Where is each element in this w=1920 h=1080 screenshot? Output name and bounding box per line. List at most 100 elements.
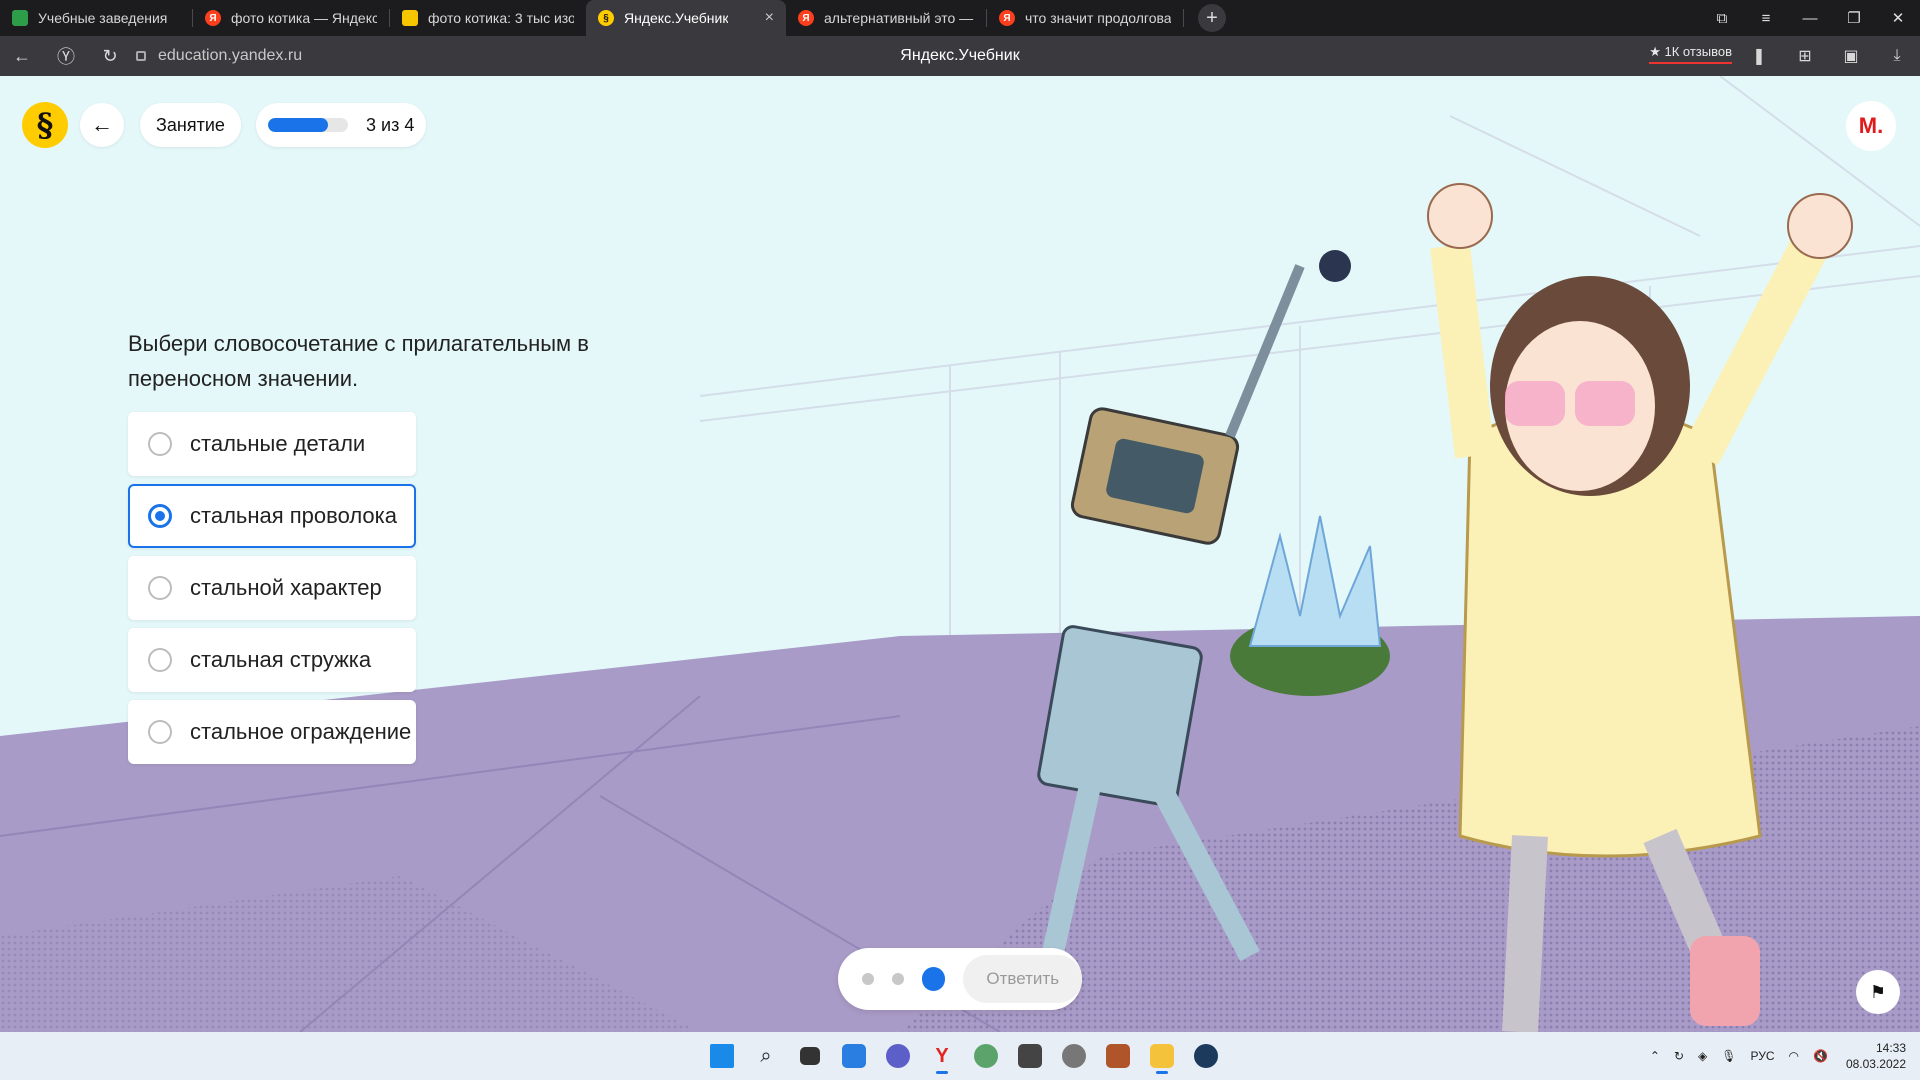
tab-foto-kotika-images[interactable]: фото котика: 3 тыс изобр — [390, 0, 586, 36]
language-indicator[interactable]: РУС — [1750, 1049, 1774, 1063]
browser-tab-bar: Учебные заведения Я фото котика — Яндекс… — [0, 0, 1920, 36]
wifi-icon[interactable]: ◠ — [1789, 1049, 1799, 1063]
question-text: Выбери словосочетание с прилагательным в… — [128, 331, 589, 391]
answer-option[interactable]: стальная проволока — [128, 484, 416, 548]
tabs-list-icon[interactable]: ⧉ — [1700, 10, 1744, 27]
address-bar-actions: ❚ ⊞ ▣ ⤓ — [1736, 36, 1920, 76]
avatar[interactable]: М. — [1846, 101, 1896, 151]
restore-icon[interactable]: ❐ — [1832, 9, 1876, 27]
tab-title: что значит продолговаты — [1025, 10, 1171, 26]
clock-time: 14:33 — [1875, 1041, 1906, 1055]
clock[interactable]: 14:33 08.03.2022 — [1846, 1040, 1906, 1072]
radio-button[interactable] — [148, 720, 172, 744]
widgets-icon[interactable] — [832, 1036, 876, 1076]
shield-icon[interactable]: ◈ — [1698, 1049, 1707, 1063]
answer-option-label: стальной характер — [190, 575, 382, 600]
uchebnik-logo[interactable]: § — [22, 102, 68, 148]
yandex-icon: Я — [999, 10, 1015, 26]
tab-title: Яндекс.Учебник — [624, 10, 729, 26]
new-tab-button[interactable]: + — [1198, 4, 1226, 32]
steam-icon[interactable] — [1184, 1036, 1228, 1076]
radio-button[interactable] — [148, 432, 172, 456]
yandex-icon: Я — [798, 10, 814, 26]
microphone-icon[interactable]: 🎙 — [1721, 1049, 1736, 1063]
sheet-icon — [12, 10, 28, 26]
search-icon[interactable]: ⌕ — [744, 1036, 788, 1076]
lesson-page: § ← Занятие 3 из 4 М. Выбери словосочета… — [0, 76, 1920, 1032]
images-icon — [402, 10, 418, 26]
task-view-icon[interactable] — [788, 1036, 832, 1076]
extension-icon[interactable]: ▣ — [1828, 46, 1874, 66]
back-button[interactable]: ← — [80, 103, 124, 147]
answer-option[interactable]: стальной характер — [128, 556, 416, 620]
progress-bar — [268, 118, 348, 132]
tab-uchebnye-zavedeniya[interactable]: Учебные заведения — [0, 0, 192, 36]
teams-chat-icon[interactable] — [876, 1036, 920, 1076]
step-dot-1 — [862, 973, 874, 985]
tab-prodolgovaty[interactable]: Я что значит продолговаты — [987, 0, 1183, 36]
url-text: education.yandex.ru — [158, 47, 303, 64]
menu-icon[interactable]: ≡ — [1744, 10, 1788, 27]
game-icon[interactable] — [1052, 1036, 1096, 1076]
lesson-label: Занятие — [156, 114, 225, 135]
progress-text: 3 из 4 — [366, 114, 415, 135]
close-window-icon[interactable]: ✕ — [1876, 9, 1920, 27]
lesson-button[interactable]: Занятие — [140, 103, 241, 147]
url-field[interactable]: education.yandex.ru — [136, 47, 302, 65]
windows-start-icon[interactable] — [700, 1036, 744, 1076]
address-bar: ← Ⓨ ↻ education.yandex.ru Яндекс.Учебник… — [0, 36, 1920, 76]
tab-alternativnyy[interactable]: Я альтернативный это — Ян — [786, 0, 986, 36]
tab-foto-kotika-search[interactable]: Я фото котика — Яндекс: на — [193, 0, 389, 36]
radio-button[interactable] — [148, 504, 172, 528]
reload-icon[interactable]: ↻ — [88, 46, 132, 67]
progress-indicator: 3 из 4 — [256, 103, 427, 147]
minimize-icon[interactable]: — — [1788, 10, 1832, 27]
answer-option-label: стальная проволока — [190, 503, 398, 528]
answer-option-label: стальные детали — [190, 431, 366, 456]
volume-muted-icon[interactable]: 🔇 — [1813, 1049, 1828, 1063]
radio-button[interactable] — [148, 648, 172, 672]
answer-option-label: стальная стружка — [190, 647, 372, 672]
taskbar: ⌕ Y ⌃ ↻ ◈ 🎙 РУС ◠ 🔇 14:33 08.03.2022 — [0, 1032, 1920, 1080]
answer-option[interactable]: стальная стружка — [128, 628, 416, 692]
game-icon[interactable] — [1096, 1036, 1140, 1076]
collections-icon[interactable]: ⊞ — [1782, 46, 1828, 66]
radio-button[interactable] — [148, 576, 172, 600]
uchebnik-icon: § — [598, 10, 614, 26]
tab-title: альтернативный это — Ян — [824, 10, 974, 26]
tab-title: фото котика: 3 тыс изобр — [428, 10, 574, 26]
tab-yandex-uchebnik[interactable]: § Яндекс.Учебник × — [586, 0, 786, 36]
download-icon[interactable]: ⤓ — [1874, 47, 1920, 65]
system-tray: ⌃ ↻ ◈ 🎙 РУС ◠ 🔇 14:33 08.03.2022 — [1636, 1032, 1906, 1080]
answer-bar: Ответить — [838, 948, 1083, 1010]
file-explorer-icon[interactable] — [1140, 1036, 1184, 1076]
chevron-up-icon[interactable]: ⌃ — [1650, 1049, 1660, 1063]
answer-options: стальные детали стальная проволока стально… — [128, 412, 416, 772]
step-dot-2 — [891, 973, 904, 985]
clock-date: 08.03.2022 — [1845, 1057, 1906, 1071]
reviews-badge[interactable]: ★ 1К отзывов — [1649, 44, 1732, 64]
yandex-home-icon[interactable]: Ⓨ — [44, 43, 88, 69]
taskbar-apps: ⌕ Y — [700, 1032, 1228, 1080]
tab-title: Учебные заведения — [38, 10, 168, 26]
app-icon[interactable] — [964, 1036, 1008, 1076]
window-controls: ⧉ ≡ — ❐ ✕ — [1700, 0, 1920, 36]
yandex-icon: Я — [205, 10, 221, 26]
tab-divider — [1183, 9, 1184, 27]
answer-option-label: стальное ограждение — [190, 719, 412, 744]
close-tab-icon[interactable]: × — [765, 9, 774, 27]
bookmark-icon[interactable]: ❚ — [1736, 46, 1782, 66]
answer-button[interactable]: Ответить — [963, 955, 1083, 1003]
back-arrow-icon[interactable]: ← — [0, 46, 44, 67]
step-dot-3 — [921, 967, 946, 991]
progress-fill — [268, 118, 328, 132]
answer-option[interactable]: стальное ограждение — [128, 700, 416, 764]
sync-icon[interactable]: ↻ — [1674, 1049, 1684, 1063]
report-flag-button[interactable]: ⚑ — [1856, 970, 1900, 1014]
answer-option[interactable]: стальные детали — [128, 412, 416, 476]
game-icon[interactable] — [1008, 1036, 1052, 1076]
lock-icon — [136, 51, 146, 61]
flag-icon: ⚑ — [1869, 981, 1887, 1002]
yandex-browser-icon[interactable]: Y — [920, 1036, 964, 1076]
tab-title: фото котика — Яндекс: на — [231, 10, 377, 26]
